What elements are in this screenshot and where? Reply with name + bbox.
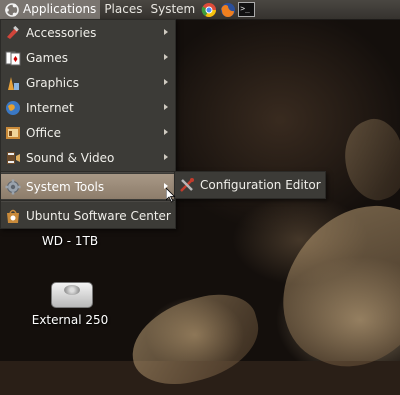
firefox-launcher[interactable] [219,1,236,18]
applications-menu: Accessories Games Graphics Internet Offi… [0,19,176,229]
ubuntu-logo-icon [5,2,19,17]
hard-drive-icon[interactable] [51,282,93,308]
sound-video-icon [5,150,21,166]
menu-item-system-tools[interactable]: System Tools [1,174,175,199]
menu-separator [1,171,175,173]
menu-item-label: Graphics [26,75,79,90]
desktop-icon-label[interactable]: WD - 1TB [30,234,110,248]
software-center-icon [5,208,21,224]
submenu-item-configuration-editor[interactable]: Configuration Editor [175,172,325,198]
menu-item-label: Office [26,125,62,140]
firefox-icon [220,2,235,17]
games-icon [5,50,21,66]
menu-item-label: Games [26,50,68,65]
mouse-cursor-icon [166,188,176,203]
terminal-launcher[interactable]: >_ [238,1,256,18]
menu-item-graphics[interactable]: Graphics [1,70,175,95]
accessories-icon [5,25,21,41]
chromium-launcher[interactable] [200,1,217,18]
submenu-arrow-icon [164,79,168,85]
submenu-arrow-icon [164,104,168,110]
menu-item-accessories[interactable]: Accessories [1,20,175,45]
menu-item-label: Internet [26,100,74,115]
menu-item-ubuntu-software-center[interactable]: Ubuntu Software Center [1,203,175,228]
internet-icon [5,100,21,116]
menu-item-office[interactable]: Office [1,120,175,145]
submenu-arrow-icon [164,54,168,60]
menu-item-label: Sound & Video [26,150,115,165]
applications-label: Applications [23,2,97,16]
chromium-icon [201,2,216,17]
submenu-arrow-icon [164,154,168,160]
graphics-icon [5,75,21,91]
menu-item-label: Configuration Editor [200,178,321,192]
menu-item-sound-video[interactable]: Sound & Video [1,145,175,170]
submenu-arrow-icon [164,29,168,35]
submenu-arrow-icon [164,129,168,135]
office-icon [5,125,21,141]
system-tools-submenu: Configuration Editor [174,171,326,199]
menu-item-label: Ubuntu Software Center [26,208,171,223]
configuration-editor-icon [179,177,195,193]
terminal-icon: >_ [238,2,256,17]
system-menu-button[interactable]: System [146,0,199,19]
top-panel: Applications Places System >_ [0,0,400,20]
menu-item-label: System Tools [26,179,105,194]
menu-item-games[interactable]: Games [1,45,175,70]
applications-menu-button[interactable]: Applications [0,0,101,19]
menu-separator [1,200,175,202]
places-menu-button[interactable]: Places [100,0,146,19]
system-tools-icon [5,179,21,195]
menu-item-internet[interactable]: Internet [1,95,175,120]
menu-item-label: Accessories [26,25,97,40]
desktop-icon-label[interactable]: External 250 [25,313,115,327]
